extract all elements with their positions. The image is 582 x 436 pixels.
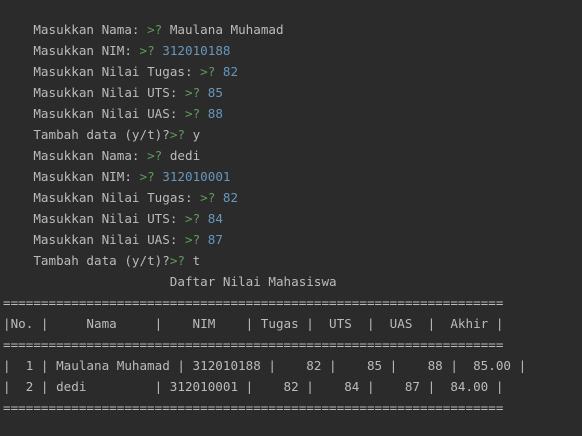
input-line-tugas-1: Masukkan Nilai Tugas: >? 82 — [3, 40, 238, 79]
input-line-continue-1: Tambah data (y/t)?>? y — [3, 103, 200, 142]
input-line-continue-2: Tambah data (y/t)?>? t — [3, 229, 200, 268]
input-line-tugas-2: Masukkan Nilai Tugas: >? 82 — [3, 166, 238, 205]
input-value: 82 — [222, 190, 239, 205]
input-value: 88 — [207, 106, 223, 121]
input-value: 87 — [207, 232, 223, 247]
input-line-uas-1: Masukkan Nilai UAS: >? 88 — [3, 82, 223, 121]
table-header-row: |No. | Nama | NIM | Tugas | UTS | UAS | … — [3, 316, 504, 331]
table-separator-mid: ========================================… — [3, 337, 504, 352]
prompt-label: Tambah data (y/t)? — [33, 253, 170, 268]
table-separator-top: ========================================… — [3, 295, 504, 310]
input-line-uts-2: Masukkan Nilai UTS: >? 84 — [3, 187, 223, 226]
table-title: Daftar Nilai Mahasiswa — [3, 274, 337, 289]
input-value: t — [192, 253, 201, 268]
input-value: 82 — [222, 64, 239, 79]
table-separator-bottom: ========================================… — [3, 400, 504, 415]
table-row-1: | 1 | Maulana Muhamad | 312010188 | 82 |… — [3, 358, 527, 373]
input-line-nim-1: Masukkan NIM: >? 312010188 — [3, 19, 230, 58]
input-line-nim-2: Masukkan NIM: >? 312010001 — [3, 145, 230, 184]
input-line-name-1: Masukkan Nama: >? Maulana Muhamad — [3, 0, 283, 37]
console-output[interactable]: Masukkan Nama: >? Maulana Muhamad Masukk… — [0, 0, 582, 436]
input-line-uts-1: Masukkan Nilai UTS: >? 85 — [3, 61, 223, 100]
table-row-2: | 2 | dedi | 312010001 | 82 | 84 | 87 | … — [3, 379, 504, 394]
prompt-marker: >? — [169, 253, 185, 268]
input-line-name-2: Masukkan Nama: >? dedi — [3, 124, 200, 163]
input-line-uas-2: Masukkan Nilai UAS: >? 87 — [3, 208, 223, 247]
